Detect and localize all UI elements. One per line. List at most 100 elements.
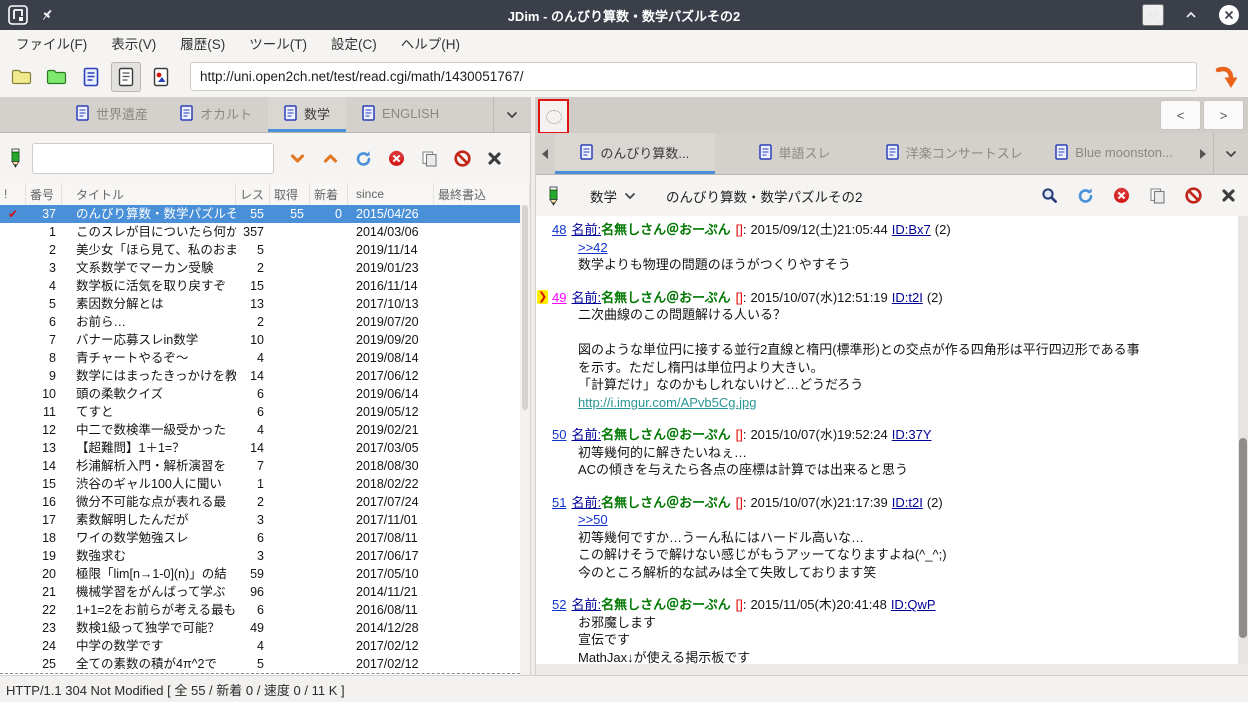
scrollbar-thumb[interactable] xyxy=(1239,438,1247,638)
reload-list-button[interactable] xyxy=(353,148,374,169)
table-row[interactable]: 3 文系数学でマーカン受験 2 2019/01/23 xyxy=(0,259,520,277)
table-row[interactable]: 20 極限「lim[n→1-0](n)」の結 59 2017/05/10 xyxy=(0,565,520,583)
minimize-button[interactable] xyxy=(1142,4,1164,26)
board-list-button[interactable] xyxy=(6,62,36,92)
table-row[interactable]: 5 素因数分解とは 13 2017/10/13 xyxy=(0,295,520,313)
table-row[interactable]: 13 【超難問】1＋1=？ 14 2017/03/05 xyxy=(0,439,520,457)
post-number-link[interactable]: 51 xyxy=(552,495,566,510)
thread-list-button[interactable] xyxy=(76,62,106,92)
table-row[interactable]: 8 青チャートやるぞ～ 4 2019/08/14 xyxy=(0,349,520,367)
board-tab[interactable]: 世界遺産 xyxy=(60,97,164,132)
search-prev-button[interactable] xyxy=(320,148,341,169)
table-row[interactable]: 12 中二で数検準一級受かった 4 2019/02/21 xyxy=(0,421,520,439)
external-link[interactable]: http://i.imgur.com/APvb5Cg.jpg xyxy=(578,395,756,410)
tab-scroll-right-button[interactable] xyxy=(1194,133,1213,174)
table-row[interactable]: 22 1+1=2をお前らが考える最も 6 2016/08/11 xyxy=(0,601,520,619)
column-header[interactable]: 新着 xyxy=(310,183,348,205)
back-button[interactable]: < xyxy=(1160,100,1201,130)
favorites-button[interactable] xyxy=(41,62,71,92)
table-row[interactable]: 23 数検1級って独学で可能？ 49 2014/12/28 xyxy=(0,619,520,637)
table-row[interactable]: 1 このスレが目についたら何か 357 2014/03/06 xyxy=(0,223,520,241)
table-row[interactable]: 9 数学にはまったきっかけを教 14 2017/06/12 xyxy=(0,367,520,385)
column-header[interactable]: ! xyxy=(0,183,26,205)
column-header[interactable]: タイトル xyxy=(62,183,236,205)
table-row[interactable]: ✔ 37 のんびり算数・数学パズルそ 55 55 0 2015/04/26 xyxy=(0,205,520,223)
scrollbar-thumb[interactable] xyxy=(522,205,528,410)
copy-button[interactable] xyxy=(419,148,440,169)
post-anchor-link[interactable]: >>50 xyxy=(578,512,608,527)
table-row[interactable]: 4 数学板に活気を取り戻すぞ 15 2016/11/14 xyxy=(0,277,520,295)
column-header[interactable]: レス xyxy=(236,183,270,205)
thread-tab[interactable]: Blue moonston... xyxy=(1034,133,1194,174)
table-row[interactable]: 10 頭の柔軟クイズ 6 2019/06/14 xyxy=(0,385,520,403)
post-id-link[interactable]: ID:t2I xyxy=(892,290,923,305)
tab-list-dropdown-button[interactable] xyxy=(493,97,530,132)
image-tab-thumbnail[interactable] xyxy=(538,99,569,134)
post-name-label-link[interactable]: 名前: xyxy=(571,427,601,442)
table-row[interactable]: 19 数強求む 3 2017/06/17 xyxy=(0,547,520,565)
table-row[interactable]: 15 渋谷のギャル100人に聞い 1 2018/02/22 xyxy=(0,475,520,493)
column-header[interactable]: 番号 xyxy=(26,183,62,205)
table-row[interactable]: 18 ワイの数学勉強スレ 6 2017/08/11 xyxy=(0,529,520,547)
search-next-button[interactable] xyxy=(287,148,308,169)
thread-view-scrollbar[interactable] xyxy=(1238,216,1248,664)
table-row[interactable]: 24 中学の数学です 4 2017/02/12 xyxy=(0,637,520,655)
thread-list-scrollbar[interactable] xyxy=(520,205,530,676)
post-name-label-link[interactable]: 名前: xyxy=(571,495,601,510)
table-row[interactable]: 7 バナー応募スレin数学 10 2019/09/20 xyxy=(0,331,520,349)
thread-tab[interactable]: 洋楽コンサートスレ xyxy=(874,133,1034,174)
thread-tab[interactable]: のんびり算数... xyxy=(554,133,715,174)
table-row[interactable]: 14 杉浦解析入門・解析演習を 7 2018/08/30 xyxy=(0,457,520,475)
table-row[interactable]: 17 素数解明したんだが 3 2017/11/01 xyxy=(0,511,520,529)
post-id-link[interactable]: ID:QwP xyxy=(891,597,936,612)
menu-item-0[interactable]: ファイル(F) xyxy=(4,30,99,56)
column-header[interactable]: since xyxy=(348,183,434,205)
board-tab[interactable]: オカルト xyxy=(164,97,268,132)
column-header[interactable]: 最終書込 xyxy=(434,183,530,205)
close-tab-button[interactable] xyxy=(485,149,504,168)
stop-button[interactable] xyxy=(452,148,473,169)
menu-item-1[interactable]: 表示(V) xyxy=(99,30,168,56)
tab-scroll-left-button[interactable] xyxy=(536,133,555,174)
delete-thread-log-button[interactable] xyxy=(1111,185,1132,206)
post-number-link[interactable]: 50 xyxy=(552,427,566,442)
post-name-label-link[interactable]: 名前: xyxy=(571,597,601,612)
board-select-dropdown[interactable]: 数学 xyxy=(584,182,642,210)
url-input[interactable] xyxy=(190,62,1197,91)
table-row[interactable]: 25 全ての素数の積が4π^2で 5 2017/02/12 xyxy=(0,655,520,673)
post-id-link[interactable]: ID:37Y xyxy=(892,427,932,442)
tab-list-dropdown-button[interactable] xyxy=(1212,133,1248,174)
menu-item-2[interactable]: 履歴(S) xyxy=(168,30,237,56)
thread-tab[interactable]: 単語スレ xyxy=(715,133,875,174)
search-thread-button[interactable] xyxy=(1039,185,1060,206)
column-header[interactable]: 取得 xyxy=(270,183,310,205)
reload-thread-button[interactable] xyxy=(1075,185,1096,206)
post-name-label-link[interactable]: 名前: xyxy=(571,222,601,237)
post-number-link[interactable]: 49 xyxy=(552,290,566,305)
image-view-button[interactable] xyxy=(146,62,176,92)
post-number-link[interactable]: 48 xyxy=(552,222,566,237)
copy-thread-button[interactable] xyxy=(1147,185,1168,206)
maximize-button[interactable] xyxy=(1180,4,1202,26)
table-row[interactable]: 11 てすと 6 2019/05/12 xyxy=(0,403,520,421)
post-id-link[interactable]: ID:Bx7 xyxy=(892,222,931,237)
post-id-link[interactable]: ID:t2I xyxy=(892,495,923,510)
post-anchor-link[interactable]: >>42 xyxy=(578,240,608,255)
menu-item-5[interactable]: ヘルプ(H) xyxy=(389,30,472,56)
board-tab[interactable]: ENGLISH xyxy=(346,97,455,132)
board-tab[interactable]: 数学 xyxy=(268,97,347,132)
search-input[interactable] xyxy=(32,142,274,174)
menu-item-3[interactable]: ツール(T) xyxy=(237,30,319,56)
close-window-button[interactable] xyxy=(1218,4,1240,26)
delete-log-button[interactable] xyxy=(386,148,407,169)
table-row[interactable]: 6 お前ら… 2 2019/07/20 xyxy=(0,313,520,331)
table-row[interactable]: 16 微分不可能な点が表れる最 2 2017/07/24 xyxy=(0,493,520,511)
stop-thread-button[interactable] xyxy=(1183,185,1204,206)
close-thread-tab-button[interactable] xyxy=(1219,186,1238,205)
menu-item-4[interactable]: 設定(C) xyxy=(319,30,389,56)
post-name-label-link[interactable]: 名前: xyxy=(571,290,601,305)
table-row[interactable]: 21 機械学習をがんばって学ぶ 96 2014/11/21 xyxy=(0,583,520,601)
thread-view-button[interactable] xyxy=(111,61,141,92)
open-url-button[interactable] xyxy=(1207,61,1243,93)
write-post-button[interactable] xyxy=(546,186,561,206)
